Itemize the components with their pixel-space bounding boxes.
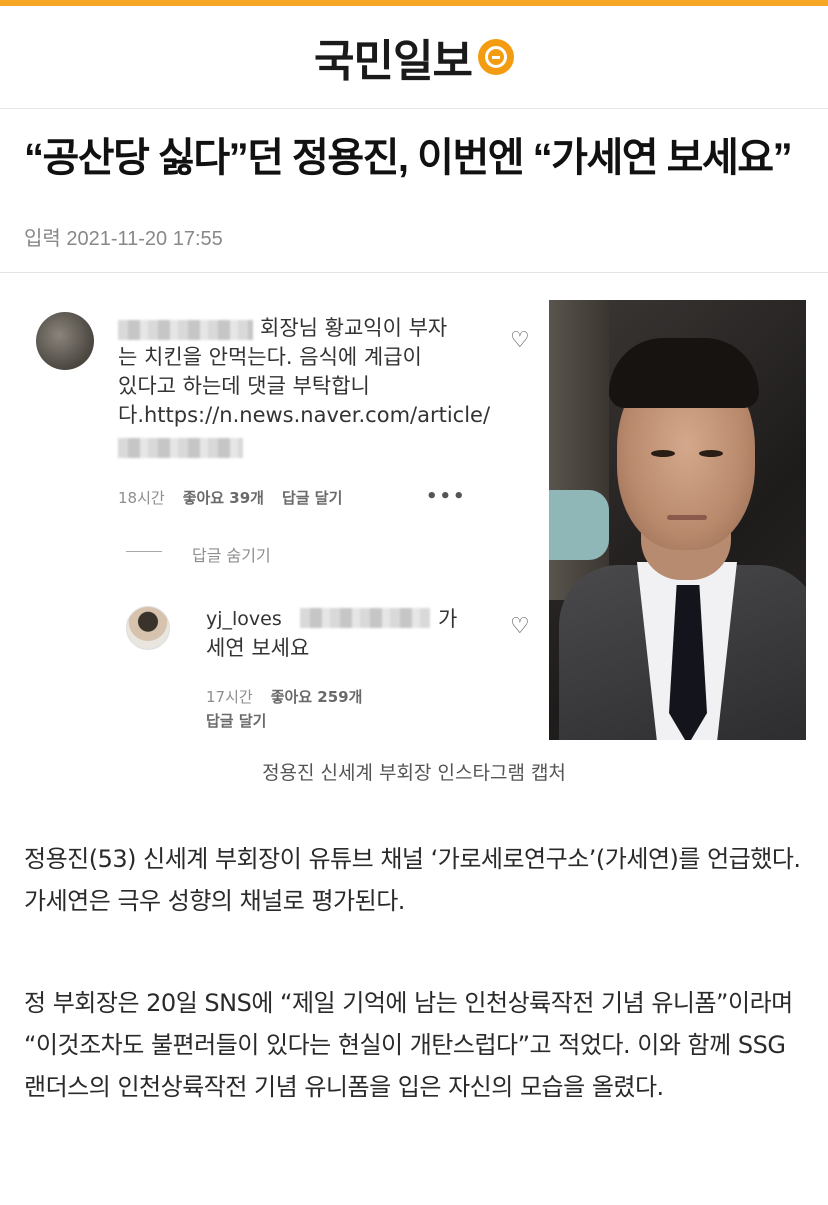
comment-likes[interactable]: 좋아요 39개 bbox=[183, 489, 264, 507]
article-dateline: 입력 2021-11-20 17:55 bbox=[24, 228, 223, 250]
reply-reply-label: 답글 달기 bbox=[206, 712, 267, 730]
more-options-icon[interactable]: ••• bbox=[426, 486, 467, 507]
divider bbox=[0, 272, 828, 273]
reply-time: 17시간 bbox=[206, 688, 253, 706]
comment-line-3: 있다고 하는데 댓글 부탁합니 bbox=[118, 374, 370, 398]
reply-username[interactable]: yj_loves bbox=[206, 605, 282, 634]
image-caption: 정용진 신세계 부회장 인스타그램 캡처 bbox=[262, 762, 566, 784]
blurred-link bbox=[118, 438, 243, 458]
comment-meta: 18시간 좋아요 39개 답글 달기 bbox=[118, 487, 342, 508]
photo-chair bbox=[549, 490, 609, 560]
logo-ring bbox=[484, 46, 507, 68]
portrait-photo bbox=[549, 300, 806, 740]
masthead: 국민일보 bbox=[0, 6, 828, 109]
comment-reply-button[interactable]: 답글 달기 bbox=[282, 489, 342, 507]
reply-text-tail: 가 bbox=[438, 607, 458, 631]
commenter-avatar bbox=[36, 312, 94, 370]
comment-line-2: 는 치킨을 안먹는다. 음식에 계급이 bbox=[118, 345, 422, 369]
comment-time: 18시간 bbox=[118, 489, 165, 507]
reply-text: 세연 보세요 bbox=[206, 636, 310, 660]
reply-meta: 17시간 좋아요 259개 bbox=[206, 686, 362, 707]
article-headline: “공산당 싫다”던 정용진, 이번엔 “가세연 보세요” bbox=[24, 136, 793, 180]
reply-heart-icon[interactable]: ♡ bbox=[510, 614, 530, 639]
photo-hair bbox=[609, 338, 759, 408]
reply-likes[interactable]: 좋아요 259개 bbox=[271, 688, 363, 706]
blurred-username bbox=[118, 320, 253, 340]
photo-eye-left bbox=[651, 450, 675, 457]
reply-avatar bbox=[126, 606, 170, 650]
blurred-mention bbox=[300, 608, 430, 628]
photo-eye-right bbox=[699, 450, 723, 457]
heart-icon[interactable]: ♡ bbox=[510, 328, 530, 353]
comment-line-4: 다.https://n.news.naver.com/article/ bbox=[118, 403, 491, 427]
logo-bar bbox=[491, 55, 500, 59]
article-paragraph-2: 정 부회장은 20일 SNS에 “제일 기억에 남는 인천상륙작전 기념 유니폼… bbox=[24, 989, 793, 1101]
hide-replies-button[interactable]: 답글 숨기기 bbox=[192, 542, 271, 566]
reply-reply-button[interactable]: 답글 달기 bbox=[206, 710, 266, 731]
article-image: 회장님 황교익이 부자 는 치킨을 안먹는다. 음식에 계급이 있다고 하는데 … bbox=[22, 300, 806, 740]
photo-mouth bbox=[667, 515, 707, 520]
brand-logo-text[interactable]: 국민일보 bbox=[314, 25, 473, 89]
comment-line-1: 회장님 황교익이 부자 bbox=[260, 316, 448, 340]
article-paragraph-1: 정용진(53) 신세계 부회장이 유튜브 채널 ‘가로세로연구소’(가세연)를 … bbox=[24, 845, 801, 915]
kmib-logo-icon[interactable] bbox=[477, 39, 514, 75]
hide-replies-line bbox=[126, 551, 162, 552]
instagram-comments-capture: 회장님 황교익이 부자 는 치킨을 안먹는다. 음식에 계급이 있다고 하는데 … bbox=[22, 300, 547, 740]
